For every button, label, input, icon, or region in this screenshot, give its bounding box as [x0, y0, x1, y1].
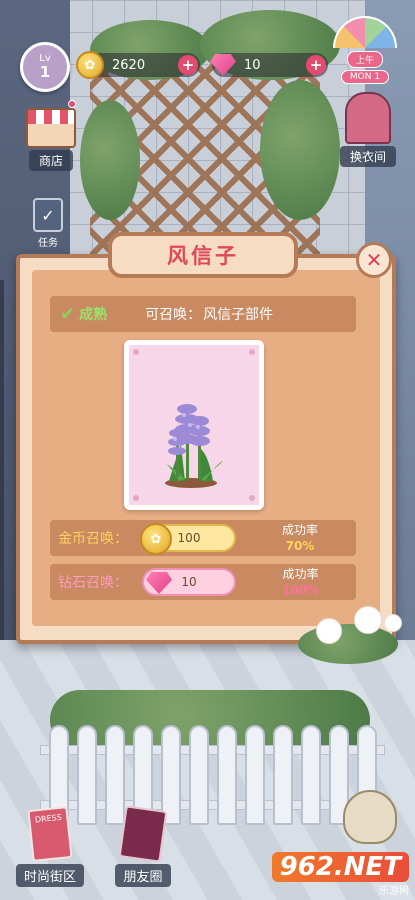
shop-label: 商店	[28, 150, 73, 171]
wardrobe-button[interactable]: 换衣间	[335, 92, 401, 167]
fence-picket	[300, 725, 321, 825]
vine-foliage	[80, 100, 140, 220]
rate-title: 成功率	[282, 523, 319, 537]
time-period: 上午	[346, 51, 383, 68]
gem-summon-cost: 10	[181, 575, 197, 589]
watermark-logo: 962.NET	[271, 852, 409, 882]
shop-button[interactable]: 商店	[20, 108, 82, 171]
gem-amount: 10	[244, 57, 261, 73]
summon-label: 可召唤：	[145, 307, 202, 323]
gem-summon-row: 钻石召唤： 10 成功率 100%	[50, 564, 356, 600]
add-gems-button[interactable]: +	[306, 55, 326, 75]
gem-summon-label: 钻石召唤：	[58, 575, 128, 591]
dialog-title-plaque: 风信子	[108, 232, 298, 278]
wardrobe-label: 换衣间	[339, 146, 396, 167]
dress-card-text: DRESS	[34, 812, 63, 825]
flower-petal	[316, 618, 342, 644]
status-label: 成熟	[79, 307, 108, 323]
white-picket-fence	[40, 725, 385, 825]
task-label: 任务	[38, 238, 58, 249]
day-label: MON 1	[340, 70, 390, 84]
coin-summon-row: 金币召唤： ✿ 100 成功率 70%	[50, 520, 356, 556]
gem-summon-button[interactable]: 10	[142, 568, 236, 596]
friends-circle-button[interactable]: 朋友圈	[110, 805, 176, 887]
vine-foliage	[260, 80, 340, 220]
fashion-street-label: 时尚街区	[16, 864, 85, 887]
gem-icon	[210, 54, 236, 76]
coin-icon: ✿	[140, 523, 172, 555]
task-button[interactable]: ✓ 任务	[28, 198, 68, 249]
summon-value: 风信子部件	[203, 307, 274, 323]
friends-circle-label: 朋友圈	[115, 864, 171, 887]
coin-summon-cost: 100	[177, 531, 201, 545]
hyacinth-card	[124, 340, 264, 510]
fashion-street-button[interactable]: DRESS 时尚街区	[16, 806, 85, 887]
check-icon: ✔	[60, 303, 76, 325]
leaf-cluster	[298, 624, 398, 664]
fence-picket	[244, 725, 265, 825]
coin-success-rate: 成功率 70%	[282, 522, 318, 554]
site-watermark: 962.NET 乐游网	[271, 852, 409, 897]
gem-icon	[146, 572, 172, 594]
fence-picket	[216, 725, 237, 825]
notification-dot	[68, 100, 76, 108]
close-button[interactable]: ✕	[356, 242, 392, 278]
rate-title: 成功率	[282, 567, 319, 581]
coin-icon: ✿	[76, 51, 104, 79]
add-coins-button[interactable]: +	[178, 55, 198, 75]
gem-balance: 10 +	[210, 53, 328, 77]
wardrobe-icon	[345, 92, 391, 144]
level-value: 1	[39, 63, 51, 81]
time-of-day-widget[interactable]: 上午 MON 1	[331, 16, 399, 88]
flower-petal	[354, 606, 382, 634]
flower-decoration	[298, 598, 408, 666]
gem-success-rate: 成功率 100%	[282, 566, 319, 598]
coin-amount: 2620	[112, 57, 146, 73]
seed-bag-button[interactable]	[343, 790, 397, 844]
coin-summon-label: 金币召唤：	[58, 531, 128, 547]
shop-icon	[26, 108, 76, 148]
fence-picket	[272, 725, 293, 825]
sun-dial-icon	[333, 16, 397, 48]
coin-balance: ✿ 2620 +	[76, 51, 200, 79]
phone-icon	[118, 805, 168, 863]
clipboard-icon: ✓	[33, 198, 63, 232]
dialog-title: 风信子	[167, 244, 239, 268]
watermark-sub: 乐游网	[379, 886, 409, 897]
coin-summon-button[interactable]: ✿ 100	[140, 523, 236, 555]
fence-picket	[188, 725, 209, 825]
dress-card-icon: DRESS	[27, 806, 73, 862]
rate-value: 70%	[285, 539, 315, 553]
close-icon: ✕	[365, 248, 383, 272]
plant-status-bar: ✔ 成熟 可召唤： 风信子部件	[50, 296, 356, 332]
rate-value: 100%	[282, 583, 320, 597]
hyacinth-plant-icon	[165, 404, 223, 488]
player-level-badge[interactable]: Lv 1	[20, 42, 70, 92]
flower-petal	[384, 614, 402, 632]
